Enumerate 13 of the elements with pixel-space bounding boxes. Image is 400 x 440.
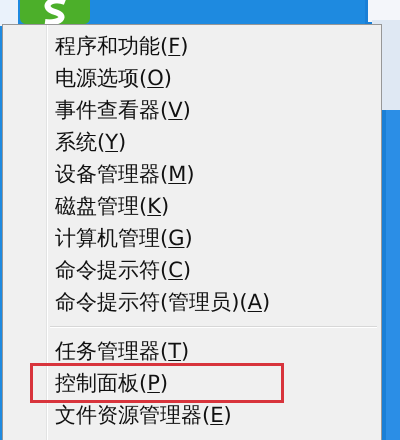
menu-item[interactable]: 磁盘管理(K) [51, 190, 174, 222]
menu-item[interactable]: 文件资源管理器(E) [51, 399, 236, 431]
menu-item[interactable]: 电源选项(O) [51, 62, 176, 94]
menu-item[interactable]: 控制面板(P) [51, 367, 172, 399]
app-icon[interactable] [20, 0, 90, 24]
menu-item[interactable]: 系统(Y) [51, 126, 130, 158]
menu-item[interactable]: 设备管理器(M) [51, 158, 199, 190]
menu-item[interactable]: 事件查看器(V) [51, 94, 195, 126]
menu-item[interactable]: 任务管理器(T) [51, 335, 194, 367]
menu-item[interactable]: 命令提示符(管理员)(A) [51, 286, 274, 318]
menu-item[interactable]: 程序和功能(F) [51, 30, 192, 62]
menu-item[interactable]: 命令提示符(C) [51, 254, 196, 286]
menu-item[interactable]: 计算机管理(G) [51, 222, 197, 254]
